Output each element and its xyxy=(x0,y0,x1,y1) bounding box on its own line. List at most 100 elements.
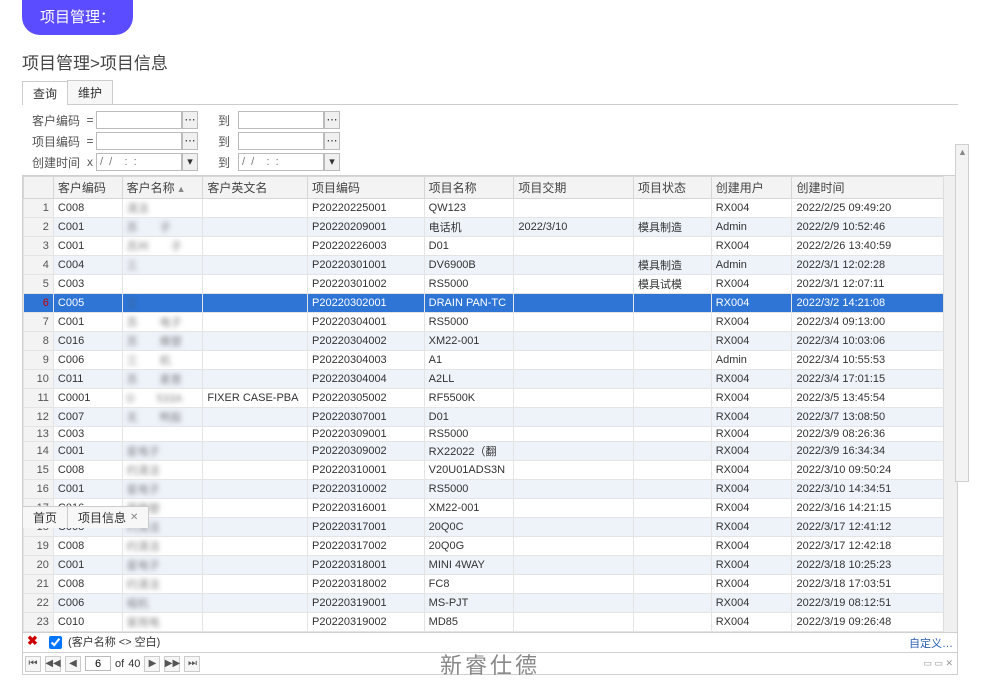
lookup-customer-to[interactable]: ⋯ xyxy=(324,111,340,129)
filter-created-to[interactable] xyxy=(238,153,324,171)
col-rownum[interactable] xyxy=(24,177,54,199)
table-row[interactable]: 2C001苏 子P20220209001电话机2022/3/10模具制造Admi… xyxy=(24,218,957,237)
col-ename[interactable]: 客户英文名 xyxy=(203,177,308,199)
cell-pname: V20U01ADS3N xyxy=(424,461,514,480)
table-row[interactable]: 18C008约清洁P2022031700120Q0CRX0042022/3/17… xyxy=(24,518,957,537)
custom-filter-link[interactable]: 自定义… xyxy=(909,635,953,651)
col-ctime[interactable]: 创建时间 xyxy=(792,177,957,199)
subwindow-controls[interactable]: ▭ ▭ ✕ xyxy=(923,658,953,669)
col-cname[interactable]: 客户名称▲ xyxy=(122,177,203,199)
cell-cust: C001 xyxy=(53,313,122,332)
cell-due xyxy=(514,499,634,518)
cell-cname: 三 机 xyxy=(122,351,203,370)
pager-last[interactable]: ⏭ xyxy=(184,656,200,672)
table-row[interactable]: 12C007无 鸭股P20220307001D01RX0042022/3/7 1… xyxy=(24,408,957,427)
date-drop-from[interactable]: ▾ xyxy=(182,153,198,171)
table-row[interactable]: 7C001苏 电子P20220304001RS5000RX0042022/3/4… xyxy=(24,313,957,332)
cell-n: 12 xyxy=(24,408,54,427)
cell-cname: D 533A xyxy=(122,389,203,408)
table-row[interactable]: 3C001苏州 子P20220226003D01RX0042022/2/26 1… xyxy=(24,237,957,256)
cell-user: RX004 xyxy=(711,594,792,613)
col-pcode[interactable]: 项目编码 xyxy=(308,177,425,199)
cell-n: 8 xyxy=(24,332,54,351)
cell-pname: RS5000 xyxy=(424,313,514,332)
tab-0[interactable]: 查询 xyxy=(22,81,68,105)
filter-enable-checkbox[interactable] xyxy=(49,636,62,649)
col-user[interactable]: 创建用户 xyxy=(711,177,792,199)
cell-ctime: 2022/3/2 14:21:08 xyxy=(792,294,957,313)
table-row[interactable]: 15C008约清洁P20220310001V20U01ADS3NRX004202… xyxy=(24,461,957,480)
table-row[interactable]: 4C004三 P20220301001DV6900B模具制造Admin2022/… xyxy=(24,256,957,275)
table-row[interactable]: 8C016苏 橡塑P20220304002XM22-001RX0042022/3… xyxy=(24,332,957,351)
tab-1[interactable]: 维护 xyxy=(67,80,113,104)
pager-first[interactable]: ⏮ xyxy=(25,656,41,672)
op-x: x xyxy=(84,155,96,169)
clear-filter-icon[interactable]: ✖ xyxy=(27,633,38,648)
cell-status xyxy=(633,480,711,499)
cell-cname: 缩机 xyxy=(122,594,203,613)
pager-next[interactable]: ▶ xyxy=(144,656,160,672)
close-icon[interactable]: ✕ xyxy=(130,512,138,523)
to-label-1: 到 xyxy=(218,112,230,129)
cell-pname: A1 xyxy=(424,351,514,370)
lookup-customer-from[interactable]: ⋯ xyxy=(182,111,198,129)
table-row[interactable]: 6C005三P20220302001DRAIN PAN-TCRX0042022/… xyxy=(24,294,957,313)
table-row[interactable]: 14C001星电子P20220309002RX22022（翻RX0042022/… xyxy=(24,442,957,461)
pager-prev[interactable]: ◀ xyxy=(65,656,81,672)
filter-customer-from[interactable] xyxy=(96,111,182,129)
cell-pcode: P20220301001 xyxy=(308,256,425,275)
table-row[interactable]: 17C016荣橡塑P20220316001XM22-001RX0042022/3… xyxy=(24,499,957,518)
cell-ctime: 2022/3/1 12:07:11 xyxy=(792,275,957,294)
col-cust[interactable]: 客户编码 xyxy=(53,177,122,199)
col-pname[interactable]: 项目名称 xyxy=(424,177,514,199)
date-drop-to[interactable]: ▾ xyxy=(324,153,340,171)
filter-customer-label: 客户编码 xyxy=(22,112,80,129)
pager-current[interactable] xyxy=(85,656,111,671)
cell-cust: C011 xyxy=(53,370,122,389)
table-row[interactable]: 22C006缩机P20220319001MS-PJTRX0042022/3/19… xyxy=(24,594,957,613)
cell-status xyxy=(633,313,711,332)
cell-ctime: 2022/3/18 10:25:23 xyxy=(792,556,957,575)
pager-next-page[interactable]: ▶▶ xyxy=(164,656,180,672)
bottom-tab-1[interactable]: 项目信息✕ xyxy=(67,506,149,528)
cell-user: RX004 xyxy=(711,427,792,442)
pager-prev-page[interactable]: ◀◀ xyxy=(45,656,61,672)
table-row[interactable]: 9C006三 机P20220304003A1Admin2022/3/4 10:5… xyxy=(24,351,957,370)
table-row[interactable]: 5C003P20220301002RS5000模具试模RX0042022/3/1… xyxy=(24,275,957,294)
cell-user: RX004 xyxy=(711,294,792,313)
col-status[interactable]: 项目状态 xyxy=(633,177,711,199)
table-row[interactable]: 23C010家用电P20220319002MD85RX0042022/3/19 … xyxy=(24,613,957,632)
cell-pname: RS5000 xyxy=(424,427,514,442)
lookup-project-from[interactable]: ⋯ xyxy=(182,132,198,150)
table-row[interactable]: 10C011苏 麦普P20220304004A2LLRX0042022/3/4 … xyxy=(24,370,957,389)
cell-status xyxy=(633,442,711,461)
table-row[interactable]: 21C008约清洁P20220318002FC8RX0042022/3/18 1… xyxy=(24,575,957,594)
cell-user: RX004 xyxy=(711,275,792,294)
cell-due: 2022/3/10 xyxy=(514,218,634,237)
cell-ename xyxy=(203,518,308,537)
table-row[interactable]: 13C003P20220309001RS5000RX0042022/3/9 08… xyxy=(24,427,957,442)
cell-pcode: P20220304003 xyxy=(308,351,425,370)
table-row[interactable]: 16C001星电子P20220310002RS5000RX0042022/3/1… xyxy=(24,480,957,499)
lookup-project-to[interactable]: ⋯ xyxy=(324,132,340,150)
table-row[interactable]: 19C008约清洁P2022031700220Q0GRX0042022/3/17… xyxy=(24,537,957,556)
table-row[interactable]: 20C001星电子P20220318001MINI 4WAYRX0042022/… xyxy=(24,556,957,575)
cell-ctime: 2022/3/9 08:26:36 xyxy=(792,427,957,442)
grouping-panel[interactable] xyxy=(955,144,969,482)
cell-ctime: 2022/3/10 09:50:24 xyxy=(792,461,957,480)
filter-customer-to[interactable] xyxy=(238,111,324,129)
bottom-tab-0[interactable]: 首页 xyxy=(22,506,68,528)
table-row[interactable]: 11C0001D 533AFIXER CASE-PBAP20220305002R… xyxy=(24,389,957,408)
cell-user: RX004 xyxy=(711,332,792,351)
cell-pname: 20Q0C xyxy=(424,518,514,537)
cell-status xyxy=(633,575,711,594)
cell-pcode: P20220309002 xyxy=(308,442,425,461)
filter-project-to[interactable] xyxy=(238,132,324,150)
cell-ename xyxy=(203,256,308,275)
table-row[interactable]: 1C008清洁P20220225001QW123RX0042022/2/25 0… xyxy=(24,199,957,218)
filter-created-from[interactable] xyxy=(96,153,182,171)
col-due[interactable]: 项目交期 xyxy=(514,177,634,199)
cell-status: 模具制造 xyxy=(633,256,711,275)
cell-due xyxy=(514,556,634,575)
filter-project-from[interactable] xyxy=(96,132,182,150)
